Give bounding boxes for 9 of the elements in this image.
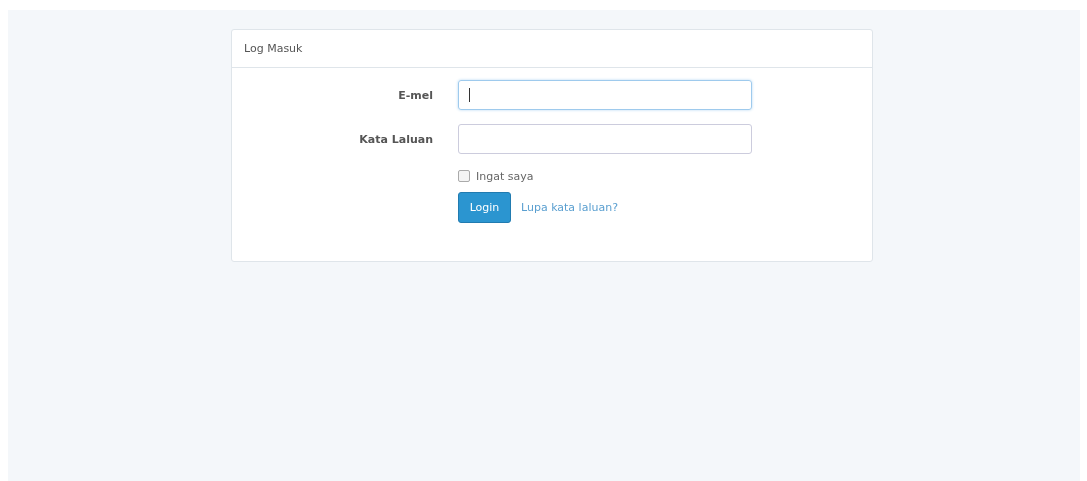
field-label: Kata Laluan <box>358 132 433 146</box>
input-field[interactable] <box>458 80 752 110</box>
input-field[interactable] <box>458 124 752 154</box>
panel-title: Log Masuk <box>244 42 303 55</box>
checkbox-label: Ingat saya <box>476 169 534 183</box>
forgot-password-link[interactable]: Lupa kata laluan? <box>521 200 618 214</box>
login-button[interactable]: Login <box>458 191 511 223</box>
checkbox[interactable] <box>458 170 470 182</box>
field-label: E-mel <box>397 88 433 102</box>
